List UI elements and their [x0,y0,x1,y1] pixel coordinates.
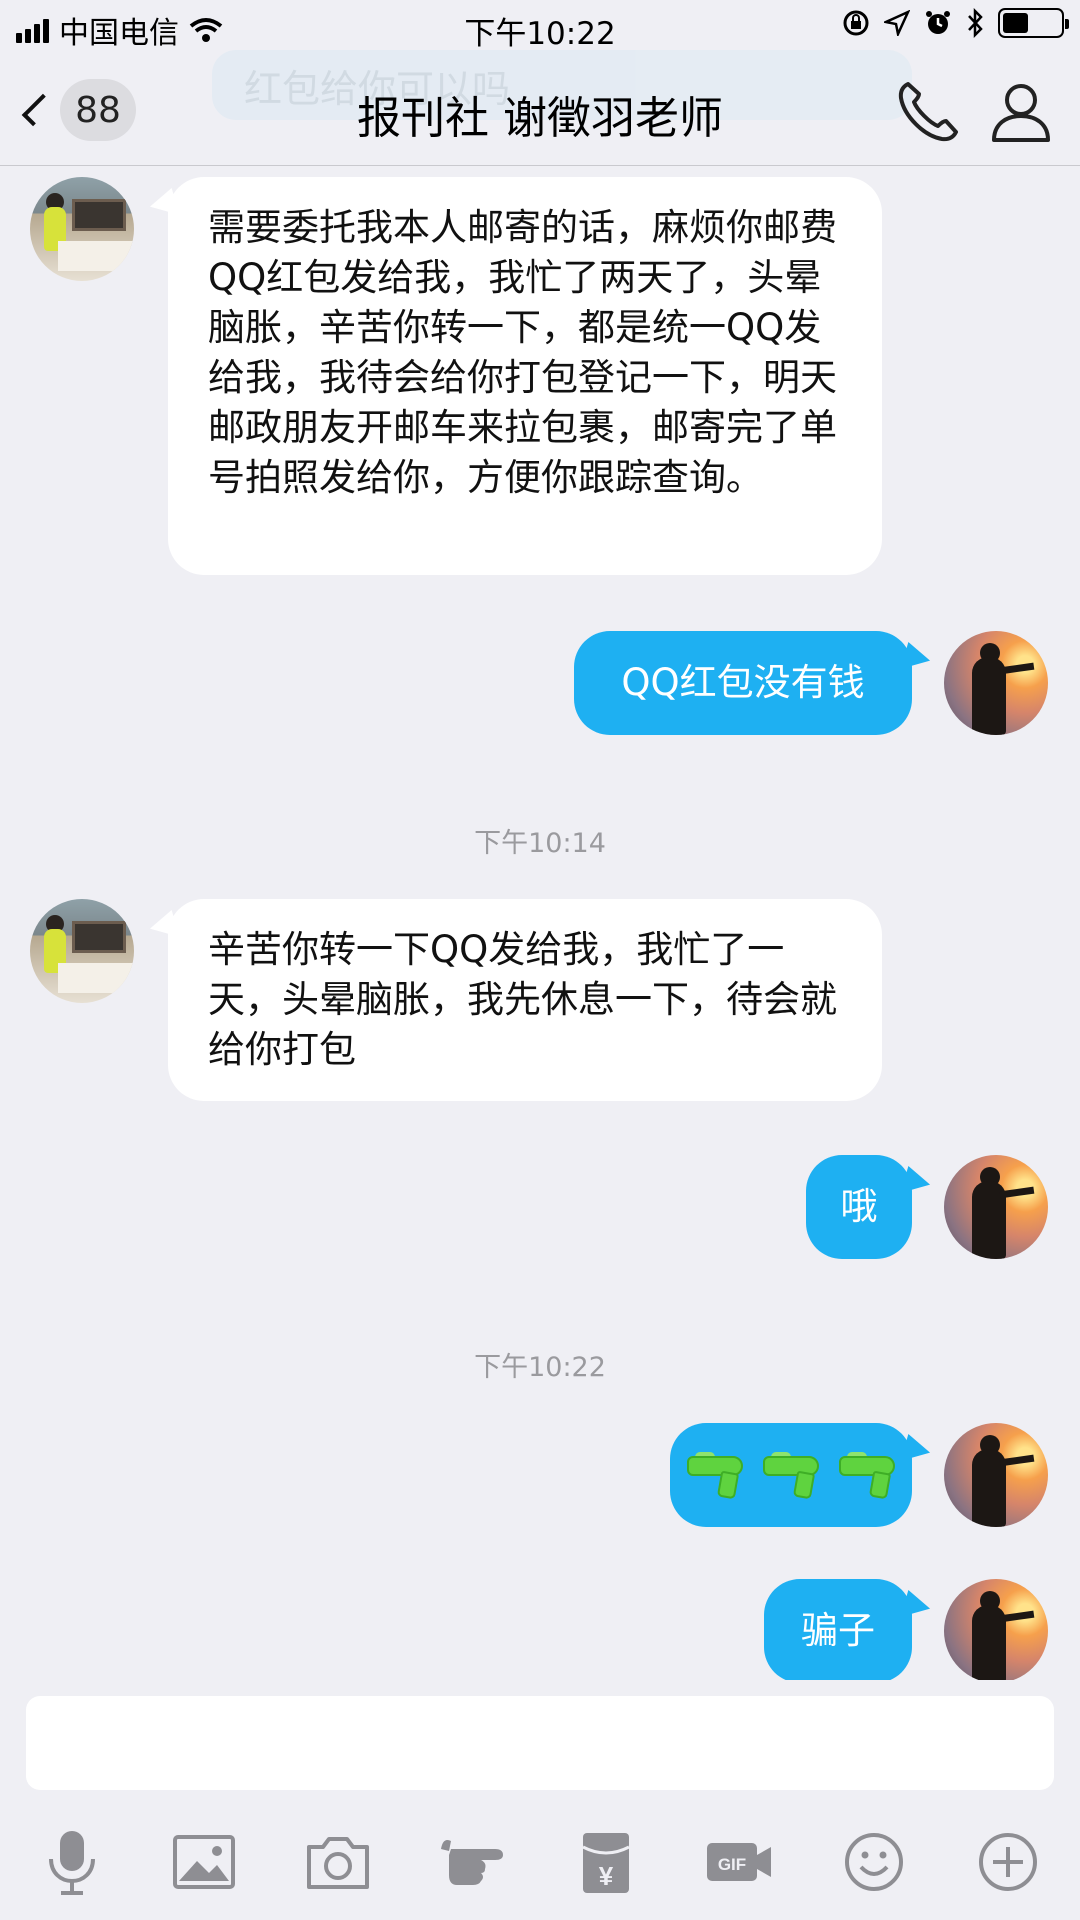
voice-button[interactable] [32,1824,112,1900]
contact-avatar[interactable] [30,899,134,1003]
message-bubble-incoming[interactable]: 需要委托我本人邮寄的话，麻烦你邮费QQ红包发给我，我忙了两天了，头晕脑胀，辛苦你… [168,177,882,575]
gif-camera-icon: GIF [707,1843,771,1881]
water-pistol-icon [685,1452,745,1500]
message-bubble-outgoing[interactable]: 哦 [806,1155,912,1259]
message-bubble-outgoing[interactable]: 骗子 [764,1579,912,1680]
contact-profile-icon[interactable] [986,76,1056,146]
camera-button[interactable] [298,1824,378,1900]
image-icon [173,1835,235,1889]
phone-call-icon[interactable] [894,76,964,146]
message-bubble-outgoing-emoji[interactable] [670,1423,912,1527]
message-text: QQ红包没有钱 [621,661,865,704]
message-bubble-outgoing[interactable]: QQ红包没有钱 [574,631,912,735]
message-text: 需要委托我本人邮寄的话，麻烦你邮费QQ红包发给我，我忙了两天了，头晕脑胀，辛苦你… [208,206,837,499]
status-bar: 中国电信 下午10:22 [0,0,1080,52]
microphone-icon [49,1831,95,1895]
pointing-hand-icon [441,1840,503,1885]
photo-button[interactable] [164,1824,244,1900]
red-packet-button[interactable]: ¥ [566,1824,646,1900]
poke-button[interactable] [432,1824,512,1900]
location-icon [884,10,910,36]
message-input[interactable] [26,1696,1054,1790]
message-text: 辛苦你转一下QQ发给我，我忙了一天，头晕脑胀，我先休息一下，待会就给你打包 [208,928,837,1071]
self-avatar[interactable] [944,631,1048,735]
self-avatar[interactable] [944,1155,1048,1259]
smiley-icon [845,1833,903,1891]
nav-bar: 红包给你可以吗 88 报刊社 谢徵羽老师 [0,50,1080,166]
plus-circle-icon [979,1833,1037,1891]
contact-avatar[interactable] [30,177,134,281]
chat-messages[interactable]: 需要委托我本人邮寄的话，麻烦你邮费QQ红包发给我，我忙了两天了，头晕脑胀，辛苦你… [0,167,1080,1680]
battery-icon [998,8,1069,38]
red-packet-icon: ¥ [582,1833,630,1893]
message-text: 骗子 [801,1609,875,1652]
timestamp: 下午10:14 [474,828,606,859]
camera-icon [307,1837,369,1889]
water-pistol-icon [837,1452,897,1500]
timestamp: 下午10:22 [474,1352,606,1383]
emoji-button[interactable] [834,1824,914,1900]
input-toolbar: ¥ GIF [0,1800,1080,1920]
yuan-symbol: ¥ [599,1861,614,1891]
self-avatar[interactable] [944,1423,1048,1527]
battery-level [1003,13,1029,33]
orientation-lock-icon [843,10,869,36]
bluetooth-icon [968,8,983,38]
gif-label: GIF [718,1855,746,1874]
message-text: 哦 [840,1185,878,1228]
alarm-icon [926,11,950,34]
water-pistol-icon [761,1452,821,1500]
gif-button[interactable]: GIF [700,1824,780,1900]
message-bubble-incoming[interactable]: 辛苦你转一下QQ发给我，我忙了一天，头晕脑胀，我先休息一下，待会就给你打包 [168,899,882,1101]
self-avatar[interactable] [944,1579,1048,1680]
more-button[interactable] [968,1824,1048,1900]
